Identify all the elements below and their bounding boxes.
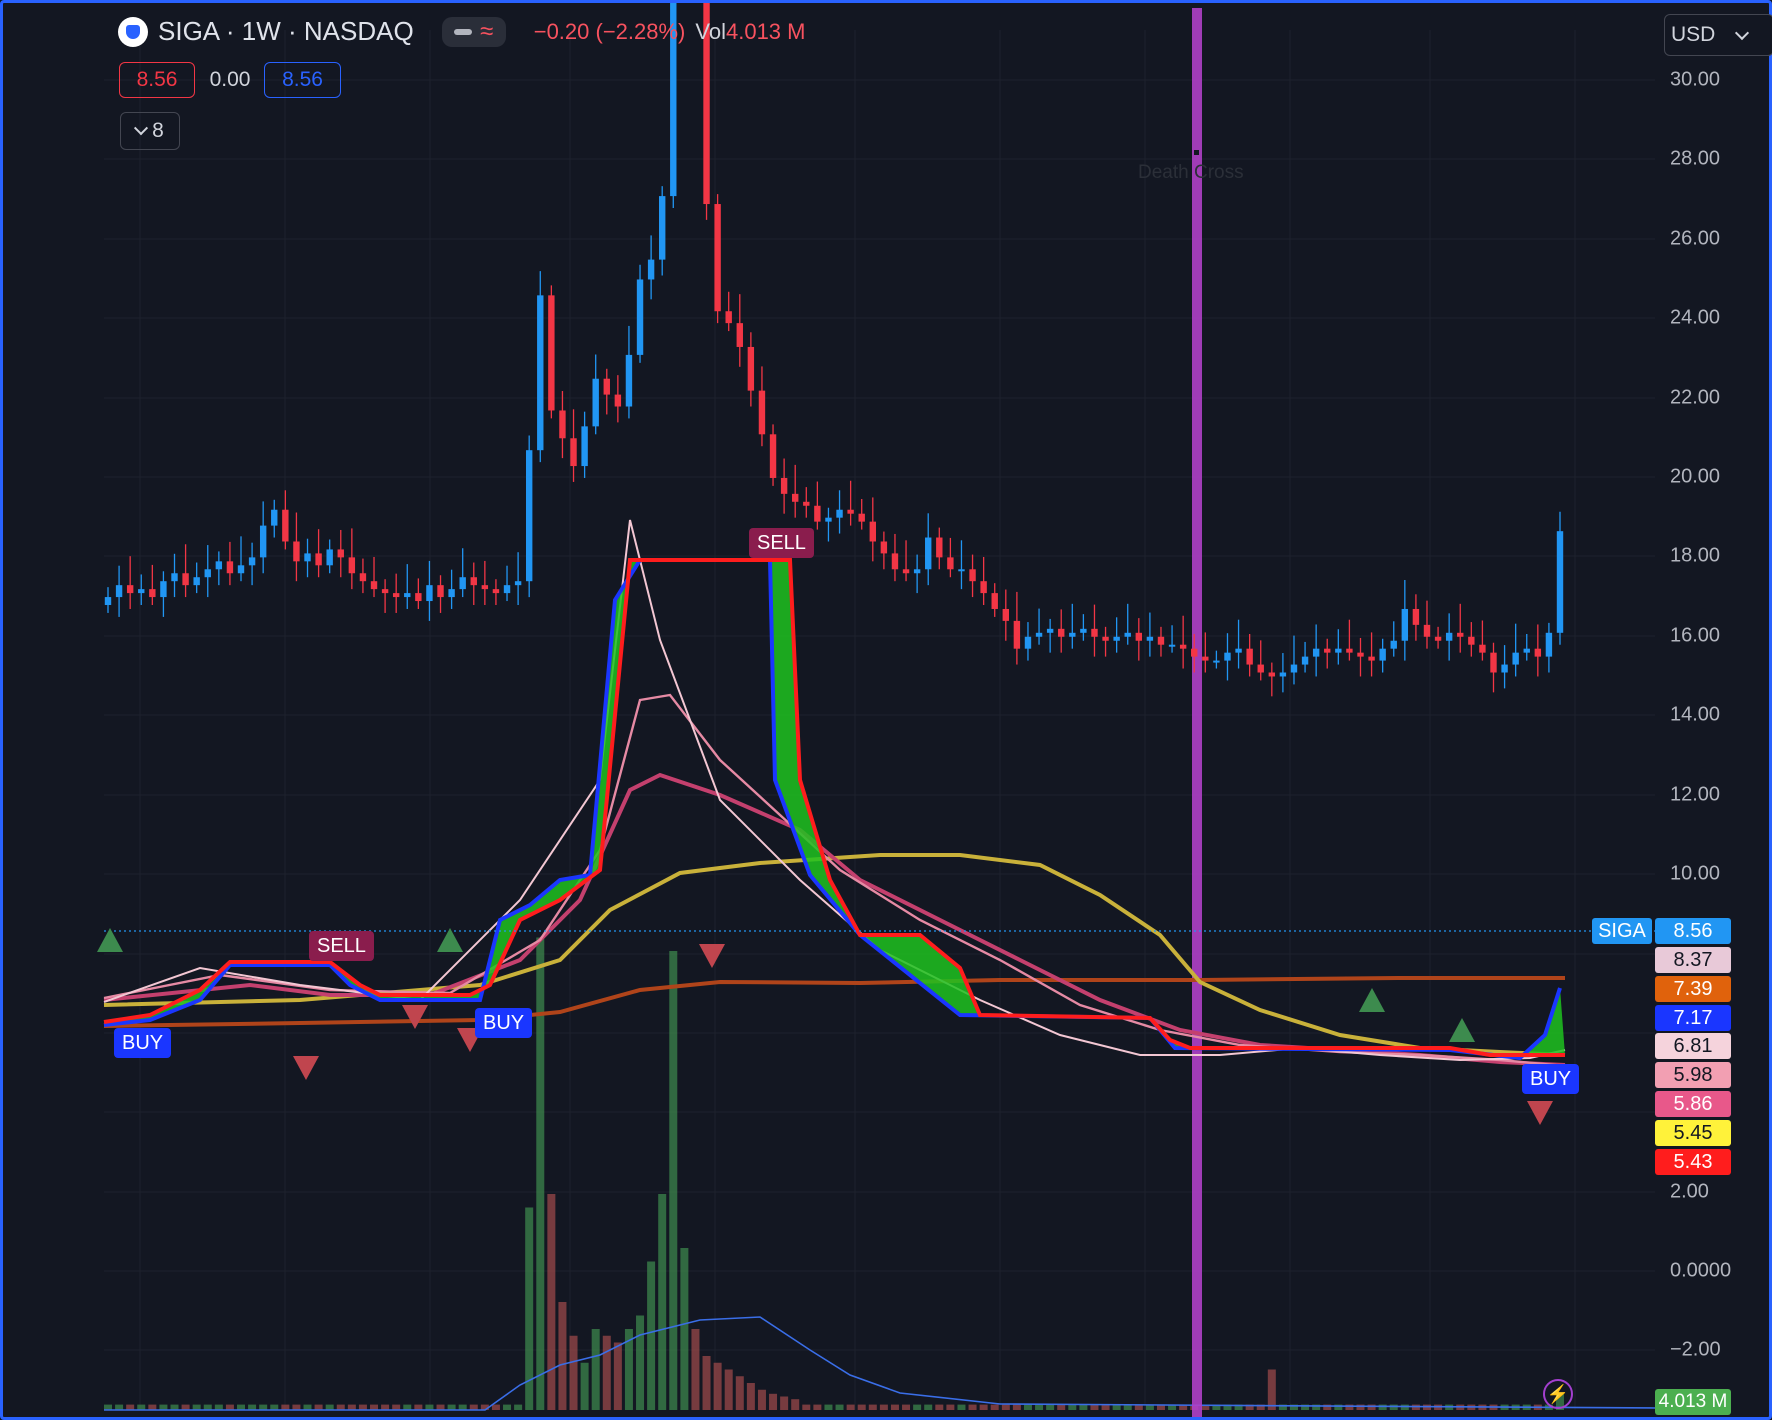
indicator-value-tag: 5.45	[1655, 1120, 1731, 1146]
indicator-value-tag: 7.17	[1655, 1005, 1731, 1031]
buy-signal-label: BUY	[475, 1008, 533, 1038]
indicator-value-tag: 5.43	[1655, 1149, 1731, 1175]
chevron-down-icon	[134, 121, 149, 136]
symbol-price-tag: SIGA	[1592, 918, 1652, 944]
indicator-toggle-button[interactable]: ≈	[441, 16, 506, 47]
volume-readout: Vol4.013 M	[695, 19, 805, 45]
indicator-value-tag: 6.81	[1655, 1033, 1731, 1059]
price-axis-label: −2.00	[1670, 1338, 1721, 1361]
currency-label: USD	[1671, 23, 1716, 46]
wave-icon: ≈	[480, 17, 494, 45]
sell-signal-label: SELL	[309, 931, 374, 961]
price-axis-label: 12.00	[1670, 783, 1721, 806]
price-axis-label: 0.0000	[1670, 1259, 1732, 1282]
buy-price-button[interactable]: 8.56	[264, 62, 341, 98]
price-axis-label: 30.00	[1670, 68, 1721, 91]
flag-icon	[454, 28, 473, 35]
price-change: −0.20 (−2.28%)	[533, 18, 686, 44]
volume-label: Vol	[695, 18, 726, 44]
price-axis-label: 24.00	[1670, 306, 1721, 329]
price-axis-label: 20.00	[1670, 465, 1721, 488]
indicator-value-tag: 5.86	[1655, 1091, 1731, 1117]
price-axis-label: 14.00	[1670, 703, 1721, 726]
price-axis-label: 28.00	[1670, 147, 1721, 170]
buy-signal-label: BUY	[114, 1028, 172, 1058]
price-axis-label: 10.00	[1670, 862, 1721, 885]
price-axis-label: 26.00	[1670, 227, 1721, 250]
symbol-header: SIGA · 1W · NASDAQ ≈ −0.20 (−2.28%) Vol4…	[118, 16, 805, 47]
spread-value: 0.00	[209, 68, 251, 91]
death-cross-label: Death Cross	[1138, 162, 1244, 183]
price-axis-label: 16.00	[1670, 624, 1721, 647]
indicator-value-tag: 8.56	[1655, 918, 1731, 944]
chart-frame	[0, 0, 1772, 1420]
indicator-value-tag: 4.013 M	[1655, 1389, 1731, 1415]
price-axis-label: 22.00	[1670, 386, 1721, 409]
logo-icon	[118, 16, 148, 47]
currency-select[interactable]: USD	[1664, 14, 1772, 56]
price-axis-label: 18.00	[1670, 544, 1721, 567]
price-axis-label: 2.00	[1670, 1180, 1709, 1203]
indicator-value-tag: 5.98	[1655, 1062, 1731, 1088]
indicators-count: 8	[152, 119, 164, 142]
sell-signal-label: SELL	[749, 528, 814, 558]
indicators-collapse-button[interactable]: 8	[120, 112, 180, 150]
indicator-value-tag: 7.39	[1655, 976, 1731, 1002]
volume-value: 4.013 M	[725, 18, 806, 44]
sell-price-button[interactable]: 8.56	[119, 62, 195, 98]
buy-signal-label: BUY	[1522, 1064, 1580, 1094]
chevron-down-icon	[1735, 25, 1750, 41]
lightning-icon[interactable]: ⚡	[1543, 1379, 1573, 1409]
symbol-title[interactable]: SIGA · 1W · NASDAQ	[158, 16, 414, 47]
indicator-value-tag: 8.37	[1655, 947, 1731, 973]
